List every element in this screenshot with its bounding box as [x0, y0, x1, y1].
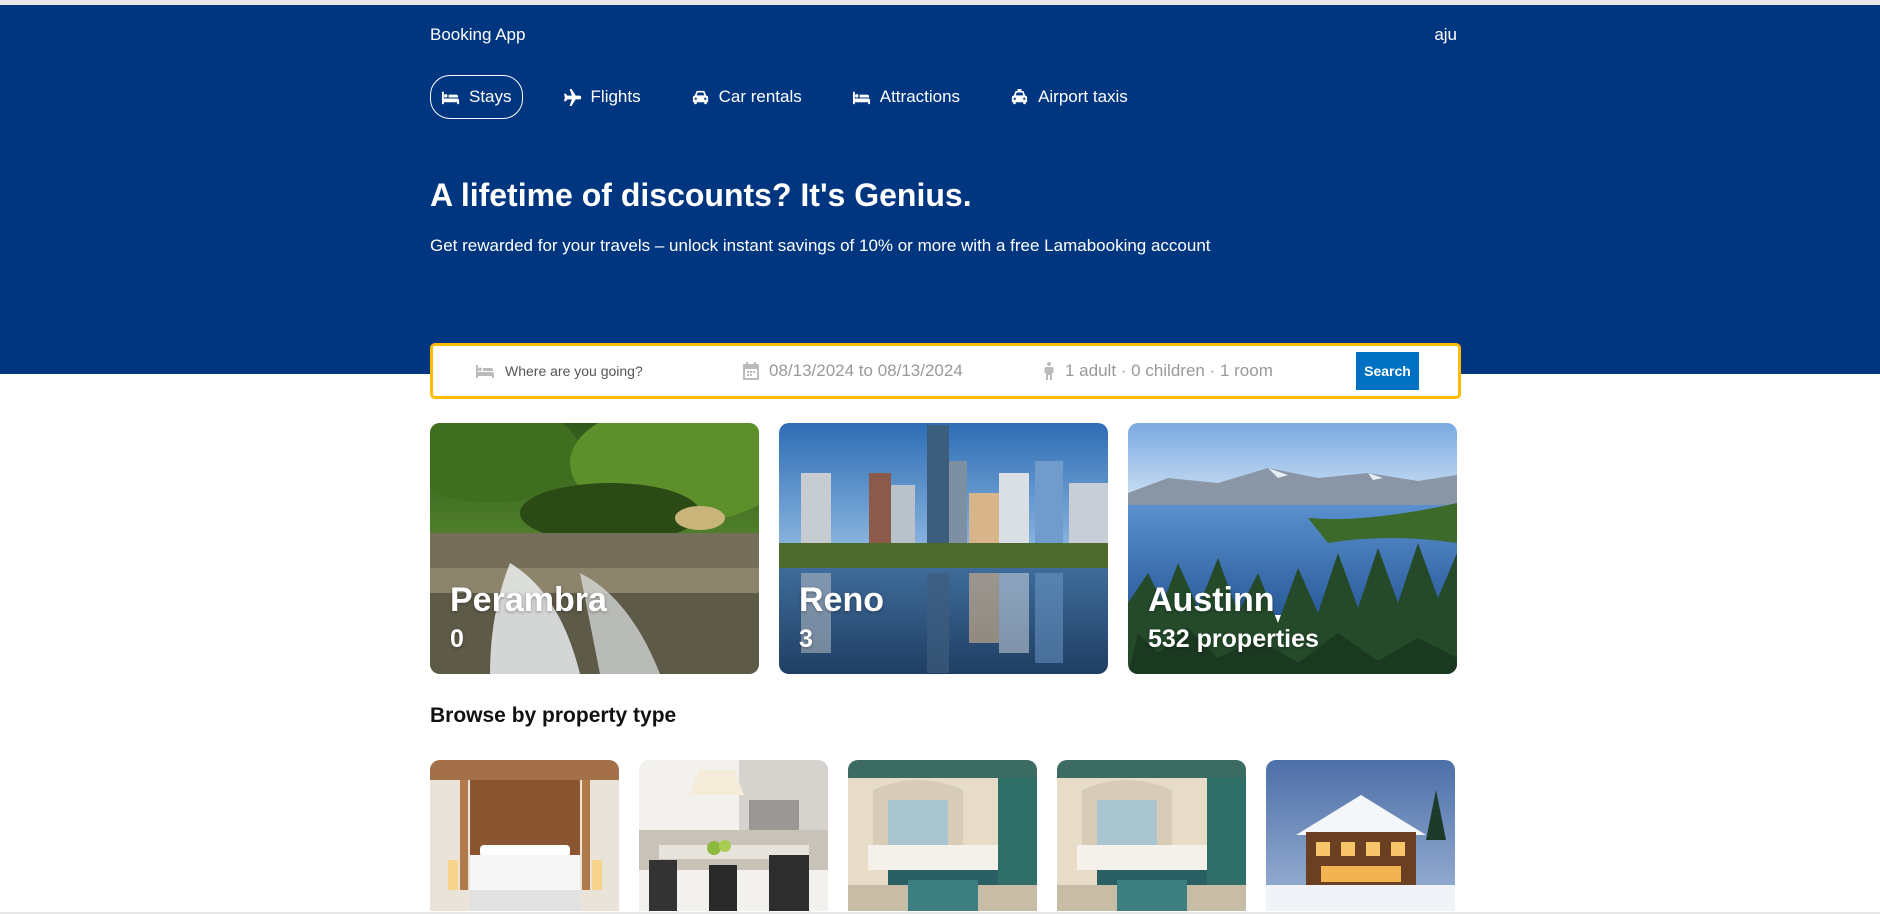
person-icon	[1044, 362, 1054, 380]
guest-options-text: 1 adult · 0 children · 1 room	[1065, 361, 1273, 380]
search-button[interactable]: Search	[1356, 352, 1419, 390]
hero-subtitle: Get rewarded for your travels – unlock i…	[430, 236, 1211, 255]
header: Booking App aju Stays Flights Car rental…	[0, 5, 1880, 374]
featured-destinations: Perambra 0 Reno 3 Austinn 532 properties	[430, 423, 1457, 674]
resort-room-image	[848, 760, 1037, 911]
date-picker[interactable]: 08/13/2024 to 08/13/2024	[743, 346, 963, 396]
header-tabs: Stays Flights Car rentals Attractions Ai…	[430, 74, 1457, 120]
resort-room-image	[1057, 760, 1246, 911]
waterfall-image	[430, 423, 759, 674]
featured-title: Reno	[799, 581, 884, 619]
property-type-card[interactable]	[639, 760, 828, 911]
search-bar: 08/13/2024 to 08/13/2024 1 adult · 0 chi…	[430, 343, 1461, 399]
taxi-icon	[1011, 88, 1028, 104]
featured-title: Austinn	[1148, 581, 1275, 619]
property-type-card[interactable]	[1057, 760, 1246, 911]
tab-airport-taxis[interactable]: Airport taxis	[1000, 75, 1138, 119]
tab-label: Flights	[590, 87, 641, 106]
hotel-bedroom-image	[430, 760, 619, 911]
snowy-cabin-image	[1266, 760, 1455, 911]
property-type-list	[430, 760, 1457, 911]
date-range-text: 08/13/2024 to 08/13/2024	[769, 361, 963, 380]
property-type-card[interactable]	[430, 760, 619, 911]
tab-label: Stays	[469, 87, 512, 106]
car-icon	[692, 90, 708, 104]
featured-subtitle: 3	[799, 625, 813, 653]
tab-label: Attractions	[879, 87, 961, 106]
hero-title: A lifetime of discounts? It's Genius.	[430, 177, 972, 213]
bed-icon	[441, 91, 460, 104]
bed-icon	[852, 91, 870, 104]
featured-subtitle: 532 properties	[1148, 625, 1319, 653]
city-skyline-image	[779, 423, 1108, 674]
tab-label: Airport taxis	[1038, 87, 1128, 106]
tab-label: Car rentals	[718, 87, 802, 106]
tab-flights[interactable]: Flights	[553, 75, 651, 119]
user-name[interactable]: aju	[1434, 25, 1457, 45]
navbar: Booking App aju	[430, 21, 1457, 49]
featured-subtitle: 0	[450, 625, 464, 653]
destination-field[interactable]	[475, 346, 705, 396]
guest-options[interactable]: 1 adult · 0 children · 1 room	[1043, 346, 1273, 396]
bed-icon	[476, 365, 494, 378]
calendar-icon	[743, 362, 759, 380]
tab-attractions[interactable]: Attractions	[842, 75, 970, 119]
featured-card-austinn[interactable]: Austinn 532 properties	[1128, 423, 1457, 674]
plane-icon	[563, 88, 581, 106]
kitchen-image	[639, 760, 828, 911]
destination-input[interactable]	[505, 363, 705, 379]
tab-car-rentals[interactable]: Car rentals	[681, 75, 812, 119]
featured-card-perambra[interactable]: Perambra 0	[430, 423, 759, 674]
featured-card-reno[interactable]: Reno 3	[779, 423, 1108, 674]
logo[interactable]: Booking App	[430, 25, 525, 45]
property-type-card[interactable]	[1266, 760, 1455, 911]
browse-title: Browse by property type	[430, 704, 677, 727]
tab-stays[interactable]: Stays	[430, 75, 523, 119]
property-type-card[interactable]	[848, 760, 1037, 911]
featured-title: Perambra	[450, 581, 607, 619]
